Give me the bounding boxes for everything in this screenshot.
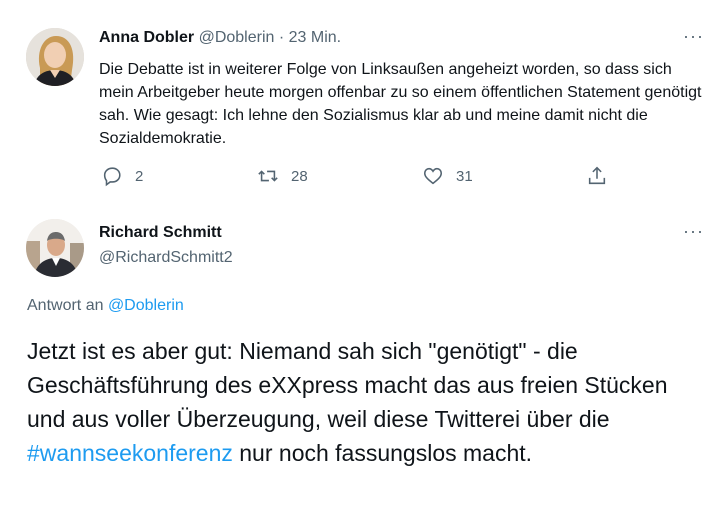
avatar-image xyxy=(26,219,84,277)
tweet-text-part: Jetzt ist es aber gut: Niemand sah sich … xyxy=(27,338,668,432)
hashtag-link[interactable]: #wannseekonferenz xyxy=(27,440,233,466)
avatar-image xyxy=(26,28,84,86)
like-icon xyxy=(423,167,443,185)
reply-button[interactable]: 2 xyxy=(101,165,143,187)
tweet-text-part: nur noch fassungslos macht. xyxy=(232,440,533,466)
avatar-richard-schmitt[interactable] xyxy=(26,219,84,277)
author-handle[interactable]: @Doblerin xyxy=(199,29,275,46)
separator-dot: · xyxy=(278,29,285,46)
reply-icon xyxy=(103,167,121,187)
tweet-anna-dobler[interactable]: Anna Dobler @Doblerin · 23 Min. ··· Die … xyxy=(0,0,717,212)
like-count: 31 xyxy=(456,167,473,185)
share-button[interactable] xyxy=(586,165,608,187)
like-button[interactable]: 31 xyxy=(422,165,473,187)
avatar-anna-dobler[interactable] xyxy=(26,28,84,86)
retweet-icon xyxy=(258,170,278,182)
author-handle[interactable]: @RichardSchmitt2 xyxy=(99,249,233,267)
tweet-timestamp[interactable]: 23 Min. xyxy=(289,29,341,46)
tweet-text: Jetzt ist es aber gut: Niemand sah sich … xyxy=(27,334,707,470)
retweet-count: 28 xyxy=(291,167,308,185)
tweet-header: Anna Dobler @Doblerin · 23 Min. xyxy=(99,29,341,47)
tweet-actions: 2 28 31 xyxy=(99,165,619,193)
reply-count: 2 xyxy=(135,167,144,185)
reply-to-label: Antwort an xyxy=(27,297,104,314)
tweet-text: Die Debatte ist in weiterer Folge von Li… xyxy=(99,61,702,147)
more-icon[interactable]: ··· xyxy=(683,221,704,242)
more-icon[interactable]: ··· xyxy=(683,26,704,47)
retweet-button[interactable]: 28 xyxy=(257,165,308,187)
share-icon xyxy=(588,166,606,185)
author-name[interactable]: Richard Schmitt xyxy=(99,224,222,242)
author-name[interactable]: Anna Dobler xyxy=(99,29,194,46)
reply-to-line: Antwort an @Doblerin xyxy=(27,297,184,315)
reply-to-mention[interactable]: @Doblerin xyxy=(108,297,184,314)
